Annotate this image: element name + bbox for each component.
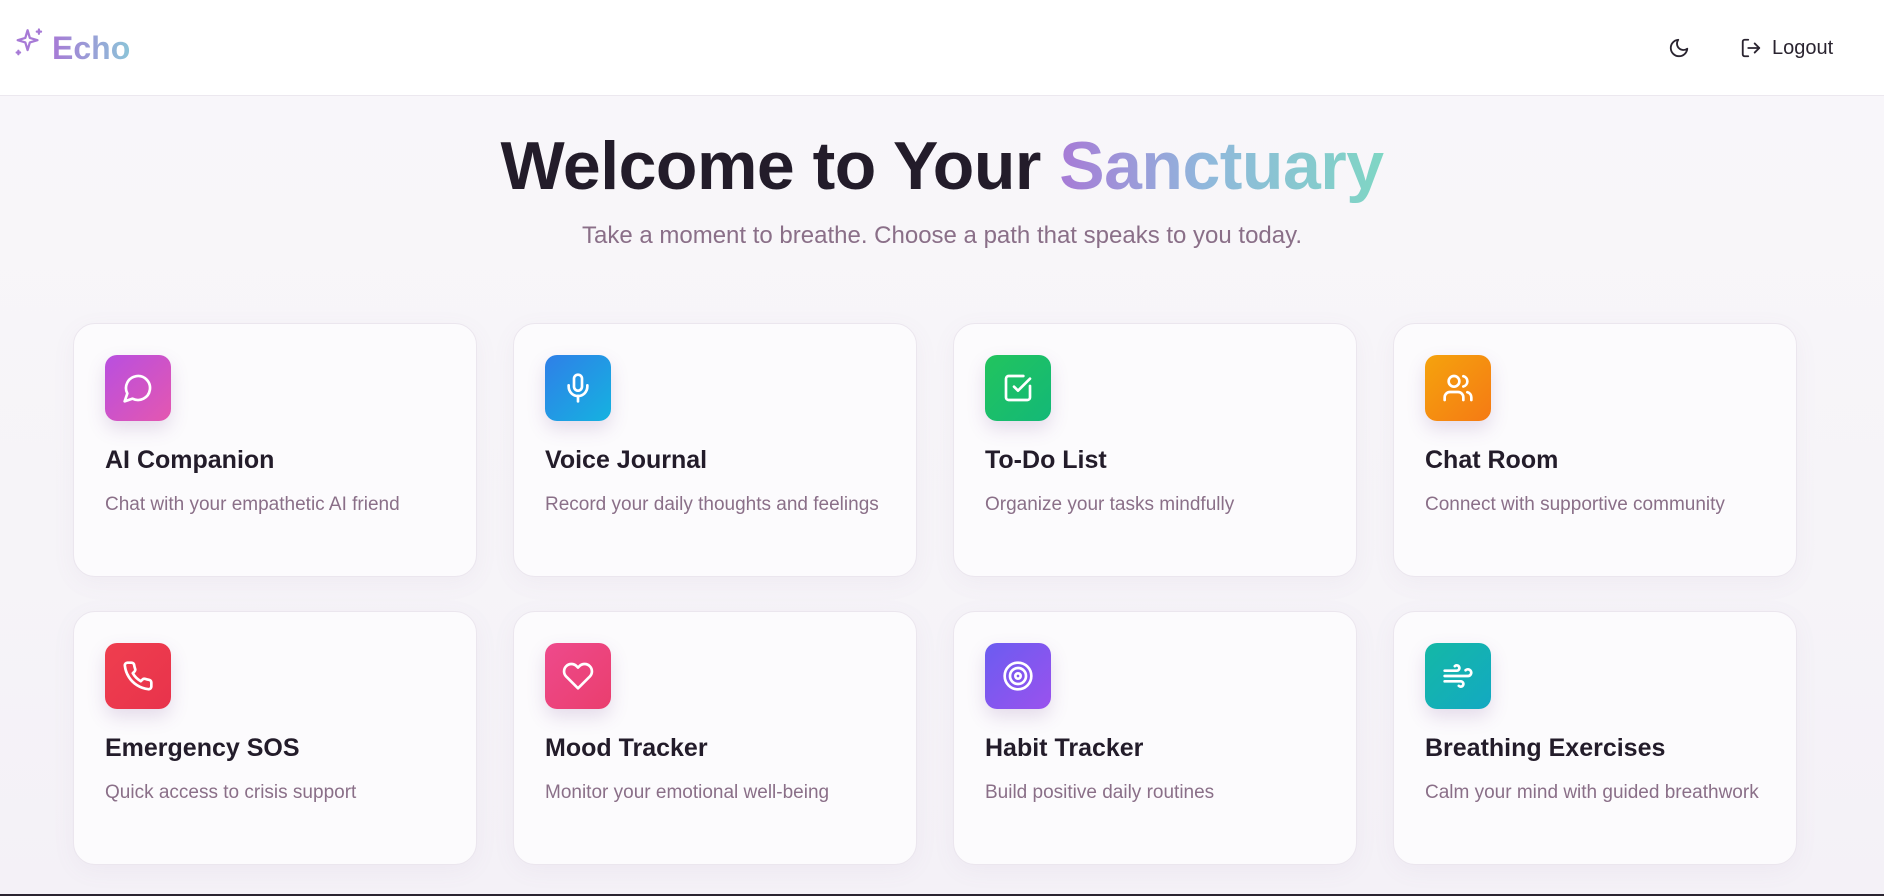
card-title: Voice Journal xyxy=(545,446,708,474)
card-description: Chat with your empathetic AI friend xyxy=(105,494,400,515)
emergency-sos-icon-tile xyxy=(105,643,171,709)
voice-journal-icon-tile xyxy=(545,355,611,421)
breathing-exercises-icon-tile xyxy=(1425,643,1491,709)
top-header: Echo Logout xyxy=(0,0,1884,96)
card-habit-tracker[interactable]: Habit Tracker Build positive daily routi… xyxy=(953,611,1357,865)
card-emergency-sos[interactable]: Emergency SOS Quick access to crisis sup… xyxy=(73,611,477,865)
card-description: Build positive daily routines xyxy=(985,782,1215,803)
logout-button[interactable]: Logout xyxy=(1740,30,1833,66)
card-title: Chat Room xyxy=(1425,446,1559,474)
app-logo[interactable]: Echo xyxy=(12,18,130,67)
logout-icon xyxy=(1741,38,1761,58)
card-title: To-Do List xyxy=(985,446,1107,474)
card-chat-room[interactable]: Chat Room Connect with supportive commun… xyxy=(1393,323,1797,577)
page-subtitle: Take a moment to breathe. Choose a path … xyxy=(582,222,1302,249)
card-description: Connect with supportive community xyxy=(1425,494,1725,515)
app-name: Echo xyxy=(52,30,131,66)
microphone-icon xyxy=(567,373,589,403)
mood-tracker-icon-tile xyxy=(545,643,611,709)
phone-icon xyxy=(123,661,153,691)
habit-tracker-icon-tile xyxy=(985,643,1051,709)
card-description: Calm your mind with guided breathwork xyxy=(1425,782,1759,803)
card-title: AI Companion xyxy=(105,446,275,474)
todo-list-icon-tile xyxy=(985,355,1051,421)
card-mood-tracker[interactable]: Mood Tracker Monitor your emotional well… xyxy=(513,611,917,865)
card-breathing-exercises[interactable]: Breathing Exercises Calm your mind with … xyxy=(1393,611,1797,865)
chat-room-icon-tile xyxy=(1425,355,1491,421)
card-title: Mood Tracker xyxy=(545,734,708,762)
theme-toggle-button[interactable] xyxy=(1664,33,1694,63)
heart-icon xyxy=(562,662,594,690)
card-title: Habit Tracker xyxy=(985,734,1144,762)
wind-icon xyxy=(1443,664,1473,688)
title-accent: Sanctuary xyxy=(1059,128,1384,204)
page: Echo Logout Welcome to Your Sanctuary Ta… xyxy=(0,0,1884,896)
card-todo-list[interactable]: To-Do List Organize your tasks mindfully xyxy=(953,323,1357,577)
card-title: Emergency SOS xyxy=(105,734,300,762)
moon-icon xyxy=(1669,38,1689,58)
card-description: Quick access to crisis support xyxy=(105,782,357,803)
title-prefix: Welcome to Your xyxy=(500,128,1060,204)
ai-companion-icon-tile xyxy=(105,355,171,421)
card-voice-journal[interactable]: Voice Journal Record your daily thoughts… xyxy=(513,323,917,577)
card-description: Monitor your emotional well-being xyxy=(545,782,830,803)
card-description: Organize your tasks mindfully xyxy=(985,494,1235,515)
app-screen: Echo Logout Welcome to Your Sanctuary Ta… xyxy=(0,0,1884,894)
checkbox-icon xyxy=(1004,374,1032,402)
target-icon xyxy=(1003,661,1033,691)
users-icon xyxy=(1443,374,1473,402)
card-description: Record your daily thoughts and feelings xyxy=(545,494,879,515)
message-circle-icon xyxy=(123,374,152,403)
card-title: Breathing Exercises xyxy=(1425,734,1666,762)
sparkles-icon xyxy=(15,27,43,55)
card-ai-companion[interactable]: AI Companion Chat with your empathetic A… xyxy=(73,323,477,577)
page-title: Welcome to Your Sanctuary xyxy=(0,126,1884,206)
logout-label: Logout xyxy=(1772,36,1834,59)
